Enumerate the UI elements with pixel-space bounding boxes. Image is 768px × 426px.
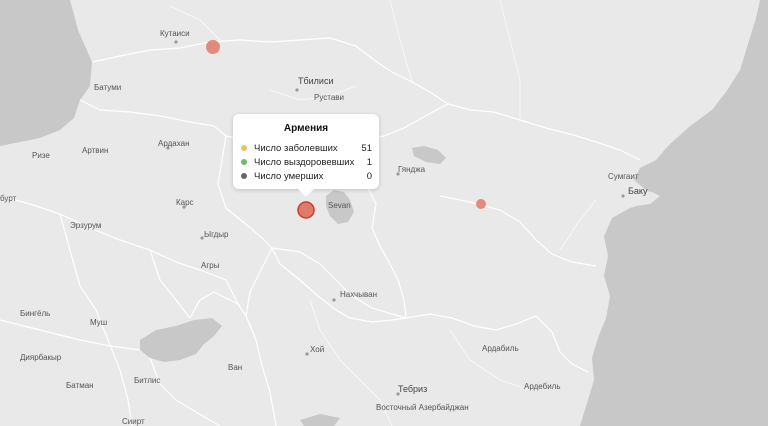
city-label-mush: Муш [90,318,107,327]
city-label-rustavi: Рустави [314,93,344,102]
city-label-igdir: Ыгдыр [204,230,229,239]
city-label-tbilisi: Тбилиси [298,76,334,86]
deaths-dot-icon [241,173,247,179]
city-label-van: Ван [228,363,242,372]
city-label-east-azerbaijan: Восточный Азербайджан [376,403,469,412]
city-label-kutaisi: Кутаиси [160,29,190,38]
tooltip-value-confirmed: 51 [361,142,372,154]
city-label-burt: бурт [0,194,17,203]
city-label-ardabil-2: Ардебиль [524,382,561,391]
map-canvas[interactable]: Кутаиси Батуми Тбилиси Рустави Ризе Артв… [0,0,768,426]
city-label-batumi: Батуми [94,83,121,92]
city-label-khoy: Хой [310,345,324,354]
city-label-batman: Батман [66,381,94,390]
city-label-sumgait: Сумгаит [608,172,639,181]
case-marker-armenia[interactable] [297,201,315,219]
city-label-erzurum: Эрзурум [70,221,101,230]
tooltip-label-recovered: Число выздоровевших [254,156,355,168]
city-label-kars: Карс [176,198,194,207]
city-label-nakhchivan: Нахчыван [340,290,377,299]
city-label-agry: Агры [201,261,220,270]
tooltip-row-confirmed: Число заболевших 51 [241,141,372,155]
city-label-ardahan: Ардахан [158,139,190,148]
case-marker-azerbaijan[interactable] [476,199,486,209]
city-label-diyarbakir: Диярбакыр [20,353,62,362]
city-label-siirt: Сиирт [122,417,145,426]
tooltip-title: Армения [283,123,329,134]
city-dot-kutaisi [174,40,178,44]
recovered-dot-icon [241,159,247,165]
city-label-bitlis: Битлис [134,376,160,385]
city-label-rize: Ризе [32,151,50,160]
tooltip-row-recovered: Число выздоровевших 1 [241,155,372,169]
city-label-ganja: Гянджа [398,165,426,174]
city-label-artvin: Артвин [82,146,108,155]
city-label-tabriz: Тебриз [398,384,427,394]
city-label-bingol: Бингёль [20,309,50,318]
city-dot-nakhchivan [332,298,336,302]
country-tooltip: Армения Число заболевших 51 Число выздор… [233,114,379,197]
city-label-baku: Баку [628,186,648,196]
city-dot-baku [621,194,625,198]
tooltip-value-deaths: 0 [366,170,372,182]
city-label-sevan: Sevan [328,201,351,210]
tooltip-label-confirmed: Число заболевших [254,142,338,154]
tooltip-row-deaths: Число умерших 0 [241,169,372,183]
city-label-ardabil-1: Ардабиль [482,344,519,353]
tooltip-label-deaths: Число умерших [254,170,324,182]
case-marker-georgia[interactable] [206,40,220,54]
city-dot-tbilisi [295,88,299,92]
city-dot-khoy [305,352,309,356]
confirmed-dot-icon [241,145,247,151]
tooltip-value-recovered: 1 [366,156,372,168]
